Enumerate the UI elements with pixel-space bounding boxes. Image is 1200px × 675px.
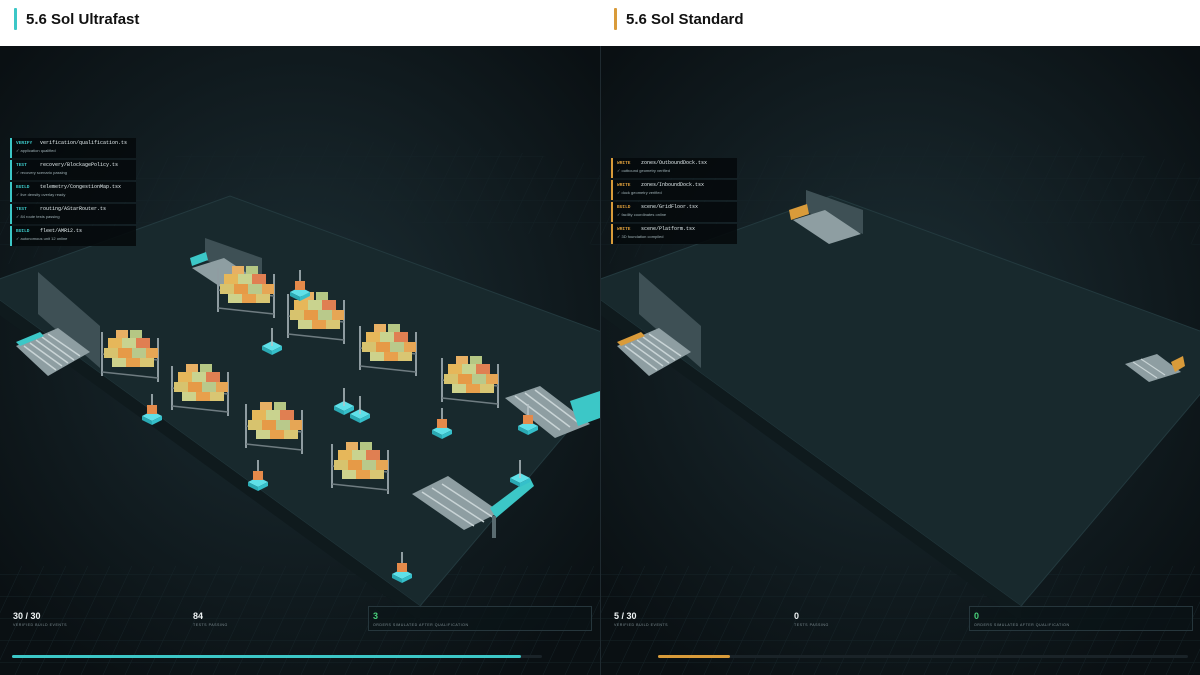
stat-label: ORDERS SIMULATED AFTER QUALIFICATION (974, 623, 1070, 627)
right-panel-title: 5.6 Sol Standard (614, 8, 744, 30)
right-progress-bar (658, 655, 1188, 658)
stat-label: TESTS PASSING (193, 623, 228, 627)
stat-value: 3 (373, 611, 379, 621)
log-status: ✓ outbound geometry verified (617, 168, 670, 173)
right-warehouse-scene[interactable] (601, 46, 1200, 675)
log-file: recovery/BlockagePolicy.ts (40, 162, 119, 168)
left-title-text: 5.6 Sol Ultrafast (26, 10, 140, 28)
log-file: fleet/AMR12.ts (40, 228, 83, 234)
right-stat-tests: 0 TESTS PASSING (794, 611, 829, 627)
log-entry: WRITE zones/InboundDock.tsx ✓ dock geomet… (611, 180, 737, 200)
log-status: ✓ live density overlay ready (16, 192, 66, 197)
log-status: ✓ recovery scenario passing (16, 170, 67, 175)
log-entry: BUILD scene/GridFloor.tsx ✓ facility coor… (611, 202, 737, 222)
log-entry: TEST routing/AStarRouter.ts ✓ 84 route te… (10, 204, 136, 224)
stat-value: 0 (974, 611, 980, 621)
left-panel: VERIFY verification/qualification.ts ✓ ap… (0, 46, 600, 675)
log-kind: BUILD (16, 229, 30, 234)
log-file: scene/Platform.tsx (641, 226, 696, 232)
log-kind: WRITE (617, 161, 631, 166)
log-file: zones/OutboundDock.tsx (641, 160, 708, 166)
log-entry: BUILD fleet/AMR12.ts ✓ autonomous unit 12… (10, 226, 136, 246)
log-entry: WRITE zones/OutboundDock.tsx ✓ outbound g… (611, 158, 737, 178)
log-entry: VERIFY verification/qualification.ts ✓ ap… (10, 138, 136, 158)
stat-value: 84 (193, 611, 204, 621)
log-kind: VERIFY (16, 141, 33, 146)
log-status: ✓ dock geometry verified (617, 190, 662, 195)
panel-divider (600, 46, 601, 675)
right-build-log: WRITE zones/OutboundDock.tsx ✓ outbound g… (611, 158, 737, 246)
stat-label: VERIFIED BUILD EVENTS (13, 623, 68, 627)
left-build-log: VERIFY verification/qualification.ts ✓ ap… (10, 138, 136, 248)
log-status: ✓ 3D foundation compiled (617, 234, 664, 239)
log-kind: BUILD (617, 205, 631, 210)
log-status: ✓ autonomous unit 12 online (16, 236, 68, 241)
right-stat-orders: 0 ORDERS SIMULATED AFTER QUALIFICATION (974, 611, 1070, 627)
log-file: telemetry/CongestionMap.tsx (40, 184, 122, 190)
log-kind: WRITE (617, 183, 631, 188)
stat-label: ORDERS SIMULATED AFTER QUALIFICATION (373, 623, 469, 627)
log-entry: WRITE scene/Platform.tsx ✓ 3D foundation … (611, 224, 737, 244)
left-stat-build-events: 30 / 30 VERIFIED BUILD EVENTS (13, 611, 67, 627)
right-stat-build-events: 5 / 30 VERIFIED BUILD EVENTS (614, 611, 668, 627)
log-kind: WRITE (617, 227, 631, 232)
log-file: zones/InboundDock.tsx (641, 182, 705, 188)
log-status: ✓ facility coordinates online (617, 212, 667, 217)
log-kind: TEST (16, 207, 27, 212)
log-file: scene/GridFloor.tsx (641, 204, 699, 210)
log-file: verification/qualification.ts (40, 140, 128, 146)
right-panel: WRITE zones/OutboundDock.tsx ✓ outbound g… (601, 46, 1200, 675)
stat-value: 30 / 30 (13, 611, 41, 621)
log-kind: BUILD (16, 185, 30, 190)
stat-value: 5 / 30 (614, 611, 637, 621)
stat-value: 0 (794, 611, 800, 621)
log-entry: TEST recovery/BlockagePolicy.ts ✓ recover… (10, 160, 136, 180)
left-accent-bar (14, 8, 17, 30)
left-progress-bar (12, 655, 542, 658)
log-file: routing/AStarRouter.ts (40, 206, 107, 212)
left-panel-title: 5.6 Sol Ultrafast (14, 8, 139, 30)
stat-label: TESTS PASSING (794, 623, 829, 627)
right-accent-bar (614, 8, 617, 30)
header-bar: 5.6 Sol Ultrafast 5.6 Sol Standard (0, 0, 1200, 46)
left-stat-tests: 84 TESTS PASSING (193, 611, 228, 627)
log-kind: TEST (16, 163, 27, 168)
right-progress-fill (658, 655, 730, 658)
log-status: ✓ 84 route tests passing (16, 214, 60, 219)
left-progress-fill (12, 655, 521, 658)
log-entry: BUILD telemetry/CongestionMap.tsx ✓ live … (10, 182, 136, 202)
left-stat-orders: 3 ORDERS SIMULATED AFTER QUALIFICATION (373, 611, 469, 627)
right-title-text: 5.6 Sol Standard (626, 10, 744, 28)
stat-label: VERIFIED BUILD EVENTS (614, 623, 669, 627)
log-status: ✓ application qualified (16, 148, 56, 153)
